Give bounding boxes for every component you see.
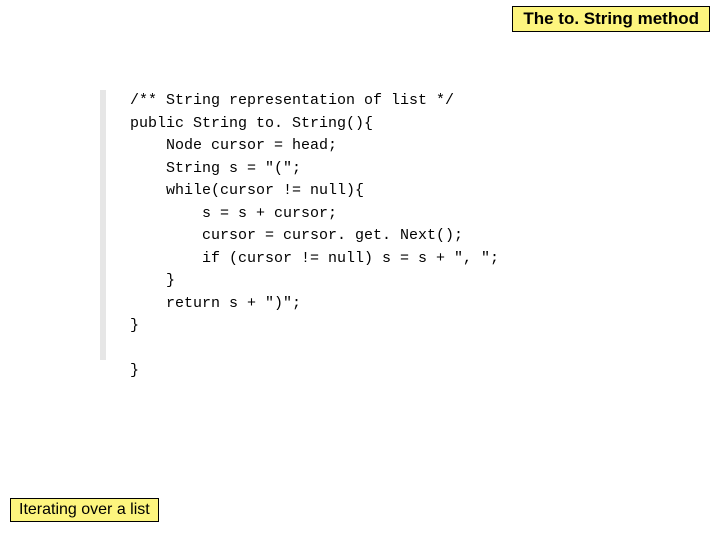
footer-text: Iterating over a list <box>19 501 150 518</box>
slide-footer: Iterating over a list <box>10 498 159 522</box>
code-content: /** String representation of list */ pub… <box>130 90 499 383</box>
title-text: The to. String method <box>523 9 699 28</box>
slide-title: The to. String method <box>512 6 710 32</box>
code-gutter <box>100 90 106 360</box>
